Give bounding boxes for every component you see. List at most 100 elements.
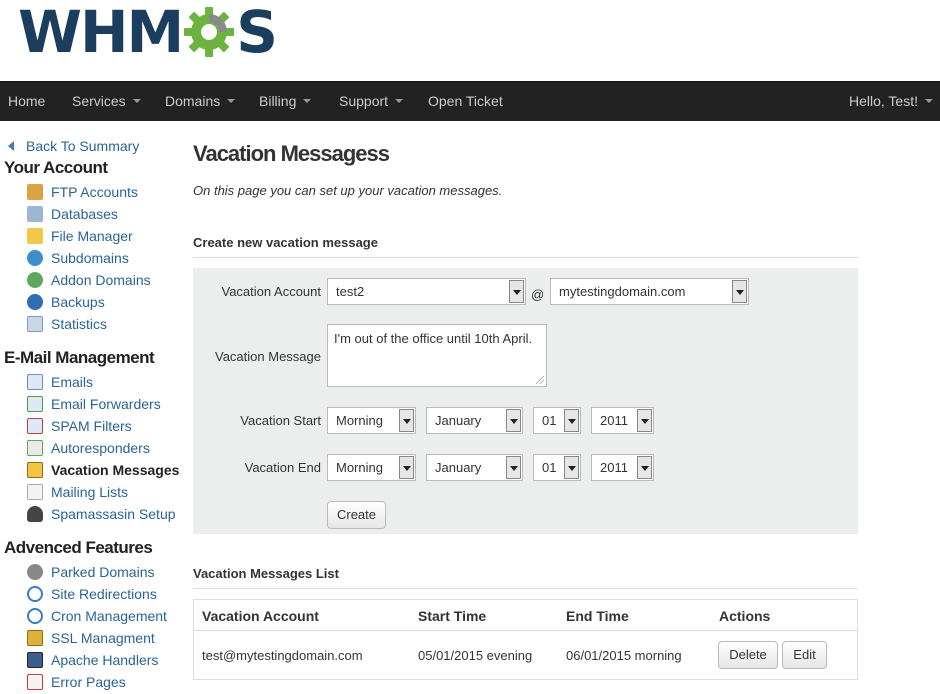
sidebar-item-spamassasin-setup[interactable]: Spamassasin Setup <box>27 505 176 523</box>
end-day-select[interactable]: 01 <box>533 454 581 481</box>
nav-home-label: Home <box>8 93 46 109</box>
start-time-select[interactable]: Morning <box>327 407 416 434</box>
sidebar-item-label: SSL Managment <box>51 630 155 646</box>
nav-services[interactable]: Services <box>72 82 141 122</box>
sidebar-item-label: Backups <box>51 294 105 310</box>
whmcs-logo[interactable]: WHM S <box>18 0 278 66</box>
nav-billing-label: Billing <box>259 93 297 109</box>
delete-button[interactable]: Delete <box>718 641 778 669</box>
sidebar-item-label: FTP Accounts <box>51 184 138 200</box>
envelope-forward-icon <box>27 396 43 412</box>
vacation-end-label: Vacation End <box>244 460 321 475</box>
sidebar-item-label: Email Forwarders <box>51 396 161 412</box>
vacation-account-label: Vacation Account <box>221 284 322 299</box>
clock-icon <box>27 294 43 310</box>
end-month-value: January <box>435 460 482 475</box>
sidebar-item-label: File Manager <box>51 228 133 244</box>
chevron-down-icon <box>227 99 236 104</box>
ftp-accounts-icon <box>27 184 43 200</box>
sidebar-item-label: Cron Management <box>51 608 167 624</box>
edit-button[interactable]: Edit <box>782 641 827 669</box>
mailing-list-icon <box>27 484 43 500</box>
column-header-account: Vacation Account <box>202 608 319 624</box>
sidebar-item-label: Vacation Messages <box>51 462 180 478</box>
sidebar-item-site-redirections[interactable]: Site Redirections <box>27 585 157 603</box>
sidebar-item-email-forwarders[interactable]: Email Forwarders <box>27 395 161 413</box>
sidebar-item-vacation-messages[interactable]: Vacation Messages <box>27 461 179 479</box>
autoresponder-icon <box>27 440 43 456</box>
sidebar-item-mailing-lists[interactable]: Mailing Lists <box>27 483 128 501</box>
domain-select[interactable]: mytestingdomain.com <box>550 278 749 305</box>
sidebar-item-parked-domains[interactable]: Parked Domains <box>27 563 155 581</box>
sidebar-item-backups[interactable]: Backups <box>27 293 105 311</box>
folder-icon <box>27 228 43 244</box>
vacation-account-value: test2 <box>336 284 365 299</box>
chevron-down-icon <box>506 456 521 479</box>
logo-text-left: WHM <box>18 0 184 66</box>
server-icon <box>27 652 43 668</box>
chevron-down-icon <box>925 99 933 104</box>
end-day-value: 01 <box>542 460 557 475</box>
spy-icon <box>27 506 43 522</box>
database-icon <box>27 206 43 222</box>
sidebar-item-file-manager[interactable]: File Manager <box>27 227 133 245</box>
nav-open-ticket[interactable]: Open Ticket <box>428 82 503 122</box>
sidebar-item-label: Error Pages <box>51 674 126 690</box>
error-page-icon <box>27 674 43 690</box>
sidebar-item-emails[interactable]: Emails <box>27 373 93 391</box>
end-year-select[interactable]: 2011 <box>591 454 654 481</box>
nav-home[interactable]: Home <box>8 82 45 122</box>
chevron-down-icon <box>395 99 404 104</box>
globe-add-icon <box>27 272 43 288</box>
end-year-value: 2011 <box>600 460 628 475</box>
nav-user-menu[interactable]: Hello, Test! <box>849 82 933 122</box>
create-button[interactable]: Create <box>327 501 386 529</box>
sidebar-item-ftp-accounts[interactable]: FTP Accounts <box>27 183 138 201</box>
sidebar-item-databases[interactable]: Databases <box>27 205 118 223</box>
sidebar-item-ssl-managment[interactable]: SSL Managment <box>27 629 155 647</box>
sidebar-item-apache-handlers[interactable]: Apache Handlers <box>27 651 158 669</box>
vacation-account-select[interactable]: test2 <box>327 278 526 305</box>
vacation-messages-table: Vacation Account Start Time End Time Act… <box>193 599 858 680</box>
nav-support-label: Support <box>339 93 389 109</box>
sidebar-item-label: Subdomains <box>51 250 129 266</box>
chevron-down-icon <box>509 280 524 303</box>
top-navbar: Home Services Domains Billing Support Op… <box>0 81 940 121</box>
envelope-block-icon <box>27 418 43 434</box>
nav-billing[interactable]: Billing <box>259 82 312 122</box>
sidebar-item-addon-domains[interactable]: Addon Domains <box>27 271 151 289</box>
back-arrow-icon <box>8 141 14 151</box>
column-header-actions: Actions <box>719 608 771 624</box>
sidebar-item-cron-management[interactable]: Cron Management <box>27 607 167 625</box>
sidebar-item-error-pages[interactable]: Error Pages <box>27 673 126 691</box>
column-header-end-time: End Time <box>566 608 629 624</box>
end-month-select[interactable]: January <box>426 454 523 481</box>
chevron-down-icon <box>132 99 141 104</box>
end-time-value: Morning <box>336 460 383 475</box>
vacation-message-value: I'm out of the office until 10th April. <box>334 331 533 346</box>
sidebar-item-spam-filters[interactable]: SPAM Filters <box>27 417 132 435</box>
sidebar-item-subdomains[interactable]: Subdomains <box>27 249 129 267</box>
resize-grip-icon[interactable] <box>536 376 544 384</box>
sidebar-item-label: Autoresponders <box>51 440 150 456</box>
back-to-summary-link[interactable]: Back To Summary <box>8 138 139 154</box>
vacation-message-textarea[interactable]: I'm out of the office until 10th April. <box>327 324 547 387</box>
logo-text-right: S <box>236 0 278 66</box>
page-description: On this page you can set up your vacatio… <box>193 183 503 198</box>
start-month-select[interactable]: January <box>426 407 523 434</box>
sidebar-item-autoresponders[interactable]: Autoresponders <box>27 439 150 457</box>
vacation-message-label: Vacation Message <box>215 349 321 364</box>
nav-domains-label: Domains <box>165 93 221 109</box>
start-day-select[interactable]: 01 <box>533 407 581 434</box>
vacation-icon <box>27 462 43 478</box>
end-time-select[interactable]: Morning <box>327 454 416 481</box>
sidebar-item-label: Parked Domains <box>51 564 155 580</box>
chevron-down-icon <box>399 456 414 479</box>
nav-support[interactable]: Support <box>339 82 404 122</box>
start-year-select[interactable]: 2011 <box>591 407 654 434</box>
chevron-down-icon <box>637 409 652 432</box>
sidebar-item-statistics[interactable]: Statistics <box>27 315 107 333</box>
cell-start-time: 05/01/2015 evening <box>418 648 533 663</box>
nav-domains[interactable]: Domains <box>165 82 236 122</box>
nav-user-label: Hello, Test! <box>849 93 918 109</box>
